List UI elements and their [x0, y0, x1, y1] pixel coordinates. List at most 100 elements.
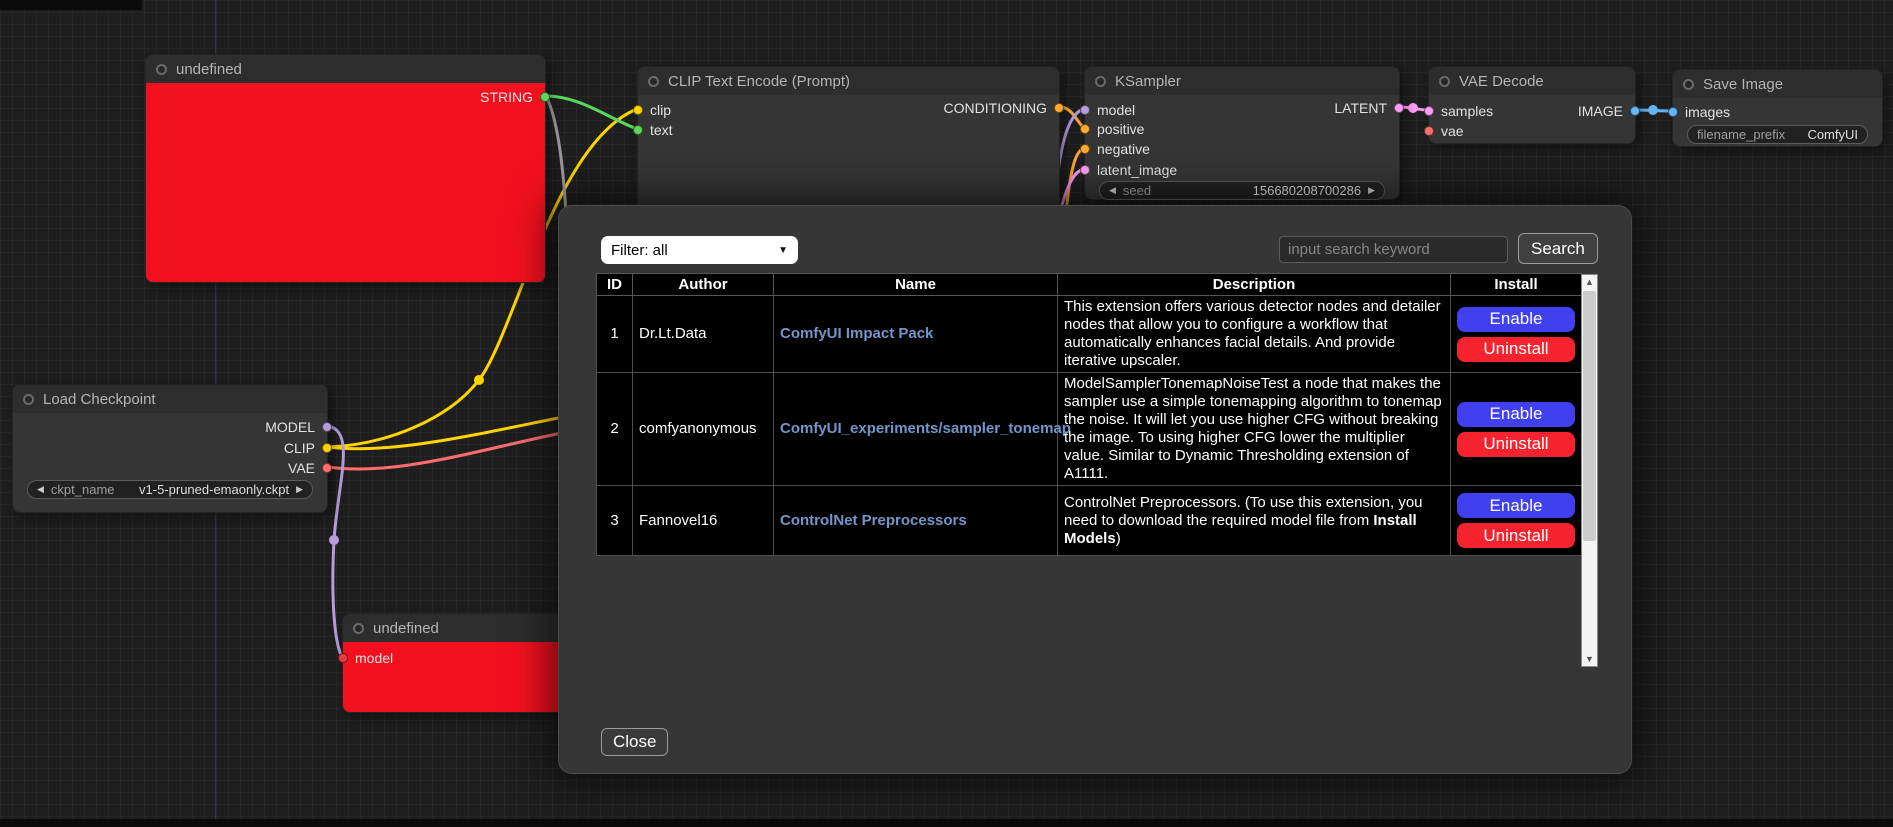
- table-header-row: ID Author Name Description Install: [597, 274, 1582, 296]
- wire-image: [1636, 110, 1672, 111]
- enable-button[interactable]: Enable: [1457, 307, 1575, 332]
- slot-dot-string[interactable]: [540, 92, 550, 102]
- scroll-up-icon[interactable]: ▲: [1582, 275, 1597, 289]
- node-title-bar[interactable]: CLIP Text Encode (Prompt): [638, 67, 1059, 95]
- enable-button[interactable]: Enable: [1457, 402, 1575, 427]
- slot-dot-images[interactable]: [1668, 107, 1678, 117]
- node-collapse-dot[interactable]: [1095, 76, 1106, 87]
- slot-label: CLIP: [284, 440, 315, 456]
- node-load-checkpoint[interactable]: Load Checkpoint MODEL CLIP VAE ◀ ckpt_na…: [12, 384, 328, 513]
- cell-author: Dr.Lt.Data: [633, 296, 774, 373]
- node-title-bar[interactable]: undefined: [343, 614, 577, 642]
- link-dot[interactable]: [474, 375, 484, 385]
- seed-increment-icon[interactable]: ▶: [1368, 186, 1375, 195]
- ckpt-next-icon[interactable]: ▶: [296, 485, 303, 494]
- node-title-bar[interactable]: VAE Decode: [1429, 67, 1635, 95]
- slot-dot-clip[interactable]: [633, 105, 643, 115]
- node-collapse-dot[interactable]: [648, 76, 659, 87]
- slot-dot-model[interactable]: [322, 422, 332, 432]
- node-vae-decode[interactable]: VAE Decode samples vae IMAGE: [1428, 66, 1636, 144]
- node-title-bar[interactable]: undefined: [146, 55, 545, 83]
- node-title-bar[interactable]: Load Checkpoint: [13, 385, 327, 413]
- column-header-name: Name: [774, 274, 1058, 296]
- node-title-text: CLIP Text Encode (Prompt): [668, 73, 850, 90]
- cell-description: ModelSamplerTonemapNoiseTest a node that…: [1058, 373, 1451, 486]
- node-undefined-top[interactable]: undefined STRING: [145, 54, 546, 283]
- node-body: images filename_prefix ComfyUI: [1673, 98, 1882, 146]
- widget-label: ckpt_name: [51, 482, 115, 497]
- extension-link[interactable]: ComfyUI Impact Pack: [780, 325, 933, 342]
- extension-link[interactable]: ControlNet Preprocessors: [780, 512, 967, 529]
- seed-decrement-icon[interactable]: ◀: [1109, 186, 1116, 195]
- slot-label: LATENT: [1334, 100, 1387, 116]
- search-input[interactable]: [1279, 236, 1508, 263]
- widget-label: filename_prefix: [1697, 127, 1785, 142]
- node-title-text: VAE Decode: [1459, 73, 1544, 90]
- cell-author: comfyanonymous: [633, 373, 774, 486]
- cell-id: 2: [597, 373, 633, 486]
- extension-table: ID Author Name Description Install 1 Dr.…: [596, 273, 1582, 556]
- slot-dot-model[interactable]: [1080, 105, 1090, 115]
- table-scrollbar[interactable]: ▲ ▼: [1581, 274, 1598, 667]
- slot-dot-clip[interactable]: [322, 443, 332, 453]
- node-collapse-dot[interactable]: [156, 64, 167, 75]
- node-undefined-bottom[interactable]: undefined model: [342, 613, 578, 713]
- uninstall-button[interactable]: Uninstall: [1457, 337, 1575, 362]
- slot-label: vae: [1441, 123, 1464, 139]
- scroll-down-icon[interactable]: ▼: [1582, 652, 1597, 666]
- node-title-bar[interactable]: Save Image: [1673, 70, 1882, 98]
- output-slot-string: STRING: [480, 89, 550, 105]
- wire-conditioning-negative: [1066, 148, 1084, 212]
- node-ksampler[interactable]: KSampler model positive negative latent_…: [1084, 66, 1400, 200]
- node-collapse-dot[interactable]: [353, 623, 364, 634]
- node-collapse-dot[interactable]: [1439, 76, 1450, 87]
- scrollbar-thumb[interactable]: [1583, 291, 1596, 541]
- close-button[interactable]: Close: [601, 728, 668, 756]
- widget-value: ComfyUI: [1807, 127, 1858, 142]
- output-slot-clip: CLIP: [284, 440, 332, 456]
- node-title-bar[interactable]: KSampler: [1085, 67, 1399, 95]
- search-button[interactable]: Search: [1518, 233, 1598, 264]
- slot-label: CONDITIONING: [944, 100, 1047, 116]
- cell-description: ControlNet Preprocessors. (To use this e…: [1058, 486, 1451, 556]
- input-slot-images: images: [1668, 104, 1730, 120]
- link-dot[interactable]: [1408, 103, 1418, 113]
- node-collapse-dot[interactable]: [1683, 79, 1694, 90]
- ckpt-prev-icon[interactable]: ◀: [37, 485, 44, 494]
- node-clip-text-encode[interactable]: CLIP Text Encode (Prompt) clip text COND…: [637, 66, 1060, 216]
- slot-dot-negative[interactable]: [1080, 144, 1090, 154]
- screen-edge-artifact-top: [0, 0, 142, 10]
- slot-dot-text[interactable]: [633, 125, 643, 135]
- node-body: model positive negative latent_image LAT…: [1085, 95, 1399, 199]
- slot-dot-vae[interactable]: [1424, 126, 1434, 136]
- extension-link[interactable]: ComfyUI_experiments/sampler_tonemap: [780, 420, 1071, 437]
- table-row: 1 Dr.Lt.Data ComfyUI Impact Pack This ex…: [597, 296, 1582, 373]
- comfyui-graph-canvas[interactable]: undefined STRING CLIP Text Encode (Promp…: [0, 0, 1893, 827]
- slot-dot-samples[interactable]: [1424, 106, 1434, 116]
- uninstall-button[interactable]: Uninstall: [1457, 432, 1575, 457]
- slot-label: IMAGE: [1578, 103, 1623, 119]
- link-dot[interactable]: [329, 535, 339, 545]
- slot-dot-image[interactable]: [1630, 106, 1640, 116]
- slot-dot-latent-image[interactable]: [1080, 165, 1090, 175]
- uninstall-button[interactable]: Uninstall: [1457, 523, 1575, 548]
- slot-dot-vae[interactable]: [322, 463, 332, 473]
- filter-select[interactable]: Filter: all ▼: [601, 236, 798, 264]
- node-save-image[interactable]: Save Image images filename_prefix ComfyU…: [1672, 69, 1883, 147]
- node-collapse-dot[interactable]: [23, 394, 34, 405]
- ckpt-name-widget[interactable]: ◀ ckpt_name v1-5-pruned-emaonly.ckpt ▶: [27, 480, 313, 499]
- manager-extension-dialog: Filter: all ▼ Search ID Author Name Desc…: [558, 205, 1632, 774]
- input-slot-clip: clip: [633, 102, 671, 118]
- input-slot-text: text: [633, 122, 673, 138]
- filename-prefix-widget[interactable]: filename_prefix ComfyUI: [1687, 125, 1868, 144]
- link-dot[interactable]: [1648, 105, 1658, 115]
- seed-widget[interactable]: ◀ seed 156680208700286 ▶: [1099, 181, 1385, 200]
- node-title-text: undefined: [176, 61, 242, 78]
- input-slot-model: model: [1080, 102, 1135, 118]
- slot-dot-latent[interactable]: [1394, 103, 1404, 113]
- slot-dot-positive[interactable]: [1080, 124, 1090, 134]
- slot-dot-conditioning[interactable]: [1054, 103, 1064, 113]
- node-title-text: Save Image: [1703, 76, 1783, 93]
- enable-button[interactable]: Enable: [1457, 493, 1575, 518]
- slot-dot-model[interactable]: [338, 653, 348, 663]
